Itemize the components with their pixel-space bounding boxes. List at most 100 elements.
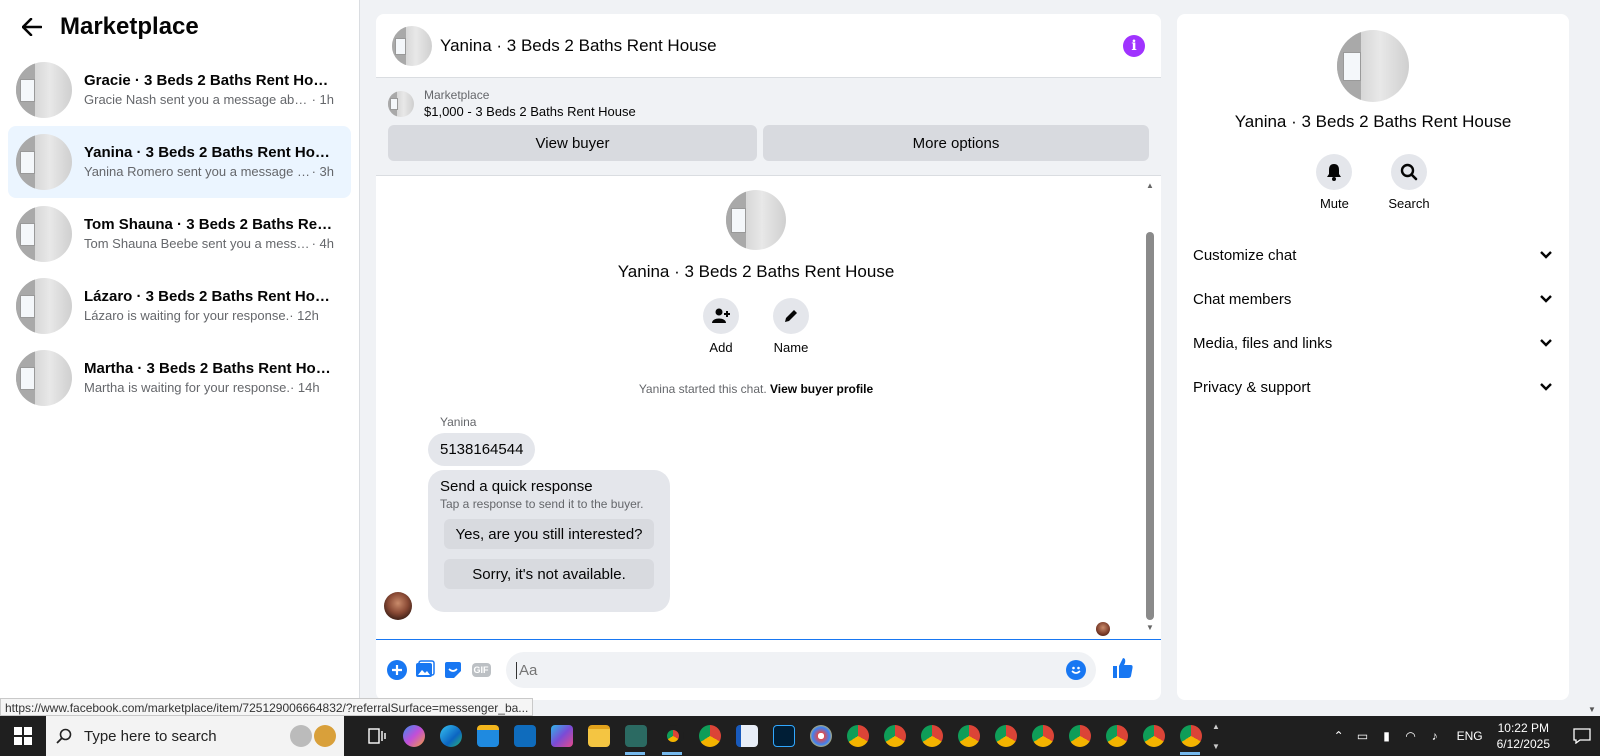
windows-start-icon[interactable] [0,716,46,756]
document-icon[interactable] [728,716,765,756]
gif-label: GIF [471,663,491,677]
privacy-support-section[interactable]: Privacy & support [1193,365,1553,409]
conversation-name: Gracie · 3 Beds 2 Baths Rent House [84,72,334,89]
quick-response-still-interested-button[interactable]: Yes, are you still interested? [444,519,654,549]
conversation-name: Lázaro · 3 Beds 2 Baths Rent House [84,288,334,305]
app-icon[interactable] [617,716,654,756]
conversation-item-active[interactable]: Yanina · 3 Beds 2 Baths Rent House Yanin… [8,126,351,198]
edit-name-button[interactable]: Name [773,298,809,355]
search-highlight-icon [290,725,336,747]
photo-icon[interactable] [414,659,436,681]
message-input[interactable] [516,661,1066,679]
conversation-name: Yanina · 3 Beds 2 Baths Rent House [84,144,334,161]
sidebar-header: Marketplace [0,0,359,54]
chrome-icon[interactable] [876,716,913,756]
sticker-icon[interactable] [442,659,464,681]
chrome-icon[interactable] [1061,716,1098,756]
sender-name: Yanina [440,415,477,429]
listing-thumbnail[interactable] [388,90,414,117]
view-buyer-button[interactable]: View buyer [388,125,758,161]
outlook-icon[interactable] [506,716,543,756]
emoji-icon[interactable] [1066,660,1086,680]
search-conversation-button[interactable]: Search [1388,154,1430,211]
chrome-icon[interactable] [691,716,728,756]
taskbar-scroll[interactable]: ▲ ▼ [1209,716,1223,756]
panel-name: Yanina · 3 Beds 2 Baths Rent House [1234,112,1512,131]
scroll-up-arrow-icon[interactable]: ▲ [1146,182,1154,190]
photoshop-icon[interactable] [765,716,802,756]
conversation-snippet: Yanina Romero sent you a message a... [84,164,312,179]
chevron-up-icon[interactable]: ▲ [1212,722,1220,731]
clock[interactable]: 10:22 PM 6/12/2025 [1497,720,1550,752]
wifi-icon[interactable]: ◠ [1399,729,1423,743]
chrome-icon[interactable] [1024,716,1061,756]
message-composer: GIF [376,640,1161,700]
add-person-button[interactable]: Add [703,298,739,355]
conversation-name: Martha · 3 Beds 2 Baths Rent House [84,360,334,377]
thread-scrollbar[interactable]: ▲ ▼ [1145,182,1155,632]
chat-avatar[interactable] [392,25,432,66]
chrome-icon[interactable] [913,716,950,756]
more-options-button[interactable]: More options [763,125,1149,161]
customize-chat-section[interactable]: Customize chat [1193,233,1553,277]
plus-circle-icon[interactable] [386,659,408,681]
listing-thumbnail [16,206,72,262]
chrome-icon[interactable] [950,716,987,756]
file-explorer-icon[interactable] [580,716,617,756]
chat-members-section[interactable]: Chat members [1193,277,1553,321]
chrome-icon[interactable] [839,716,876,756]
thumbs-up-icon[interactable] [1112,657,1134,684]
add-label: Add [709,340,733,355]
conversation-time: · 14h [289,380,320,395]
scrollbar-thumb[interactable] [1146,232,1154,620]
edge-icon[interactable] [432,716,469,756]
battery-icon[interactable]: ▮ [1375,729,1399,743]
chat-title[interactable]: Yanina · 3 Beds 2 Baths Rent House [440,36,1123,56]
chrome-icon[interactable] [1135,716,1172,756]
quick-response-not-available-button[interactable]: Sorry, it's not available. [444,559,654,589]
conversation-item[interactable]: Tom Shauna · 3 Beds 2 Baths Rent ... Tom… [8,198,351,270]
conversation-time: · 4h [311,236,334,251]
bell-icon [1316,154,1353,190]
volume-icon[interactable]: ♪ [1423,729,1447,743]
chat-profile-name: Yanina · 3 Beds 2 Baths Rent House [617,262,895,281]
show-hidden-icons-icon[interactable]: ⌃ [1327,729,1351,743]
message-bubble[interactable]: 5138164544 [428,433,536,466]
chrome-icon[interactable] [654,716,691,756]
page-scrollbar[interactable]: ▼ [1584,0,1600,716]
conversation-item[interactable]: Gracie · 3 Beds 2 Baths Rent House Graci… [8,54,351,126]
section-label: Media, files and links [1193,334,1333,352]
mute-button[interactable]: Mute [1316,154,1353,211]
store-icon[interactable] [469,716,506,756]
conversation-item[interactable]: Martha · 3 Beds 2 Baths Rent House Marth… [8,342,351,414]
device-icon[interactable]: ▭ [1351,729,1375,743]
sender-avatar[interactable] [384,592,412,620]
m365-icon[interactable] [543,716,580,756]
media-files-links-section[interactable]: Media, files and links [1193,321,1553,365]
page-scroll-down-icon[interactable]: ▼ [1588,705,1596,714]
chevron-down-icon[interactable]: ▼ [1212,742,1220,751]
add-person-icon [703,298,739,334]
chrome-icon[interactable] [987,716,1024,756]
listing-thumbnail [16,278,72,334]
system-tray: ⌃ ▭ ▮ ◠ ♪ ENG 10:22 PM 6/12/2025 [1327,716,1600,756]
view-buyer-profile-link[interactable]: View buyer profile [770,382,873,396]
chat-info-panel: Yanina · 3 Beds 2 Baths Rent House Mute … [1177,14,1569,700]
language-indicator[interactable]: ENG [1457,729,1483,743]
chat-header: Yanina · 3 Beds 2 Baths Rent House i [376,14,1161,78]
gif-icon[interactable]: GIF [470,659,492,681]
notification-icon[interactable] [1564,728,1600,744]
chrome-icon[interactable] [1098,716,1135,756]
taskbar-search-placeholder: Type here to search [84,727,217,745]
paint-icon[interactable] [802,716,839,756]
scroll-down-arrow-icon[interactable]: ▼ [1146,624,1154,632]
chrome-icon[interactable] [1172,716,1209,756]
copilot-icon[interactable] [395,716,432,756]
conversation-item[interactable]: Lázaro · 3 Beds 2 Baths Rent House Lázar… [8,270,351,342]
listing-price-title[interactable]: $1,000 - 3 Beds 2 Baths Rent House [424,104,636,119]
quick-response-subtitle: Tap a response to send it to the buyer. [440,497,644,511]
task-view-icon[interactable] [358,716,395,756]
info-icon[interactable]: i [1123,34,1145,57]
back-arrow-icon[interactable] [20,15,44,39]
taskbar-search[interactable]: Type here to search [46,716,344,756]
